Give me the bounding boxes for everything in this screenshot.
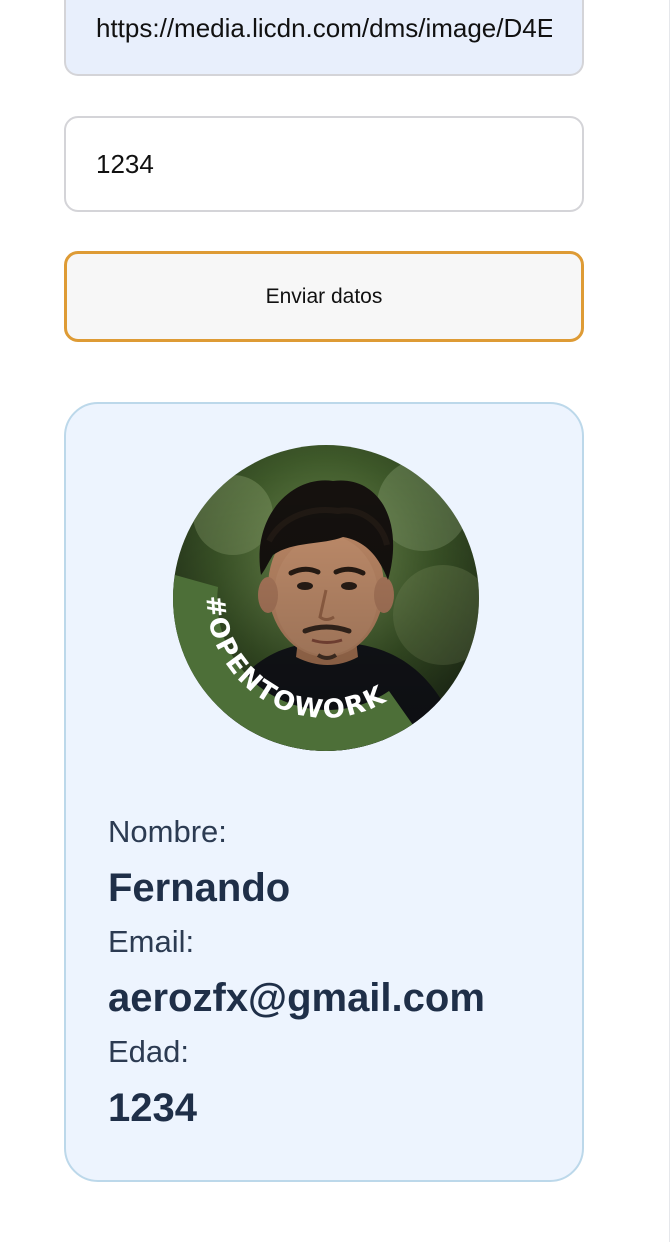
profile-form-page: https://media.licdn.com/dms/image/D4E 12… — [0, 0, 670, 1242]
email-label: Email: — [108, 924, 195, 959]
age-input[interactable]: 1234 — [64, 116, 584, 212]
image-url-value: https://media.licdn.com/dms/image/D4E — [96, 13, 552, 43]
email-value: aerozfx@gmail.com — [108, 976, 485, 1020]
image-url-input[interactable]: https://media.licdn.com/dms/image/D4E — [64, 0, 584, 76]
profile-avatar: #OPENTOWORK — [173, 445, 479, 751]
age-input-value: 1234 — [96, 148, 154, 179]
age-value: 1234 — [108, 1086, 197, 1130]
submit-button[interactable]: Enviar datos — [64, 251, 584, 342]
age-label: Edad: — [108, 1034, 190, 1069]
name-label: Nombre: — [108, 814, 227, 849]
name-value: Fernando — [108, 866, 291, 910]
profile-card: #OPENTOWORK Nombre: Fernando Email: aero… — [64, 402, 584, 1182]
